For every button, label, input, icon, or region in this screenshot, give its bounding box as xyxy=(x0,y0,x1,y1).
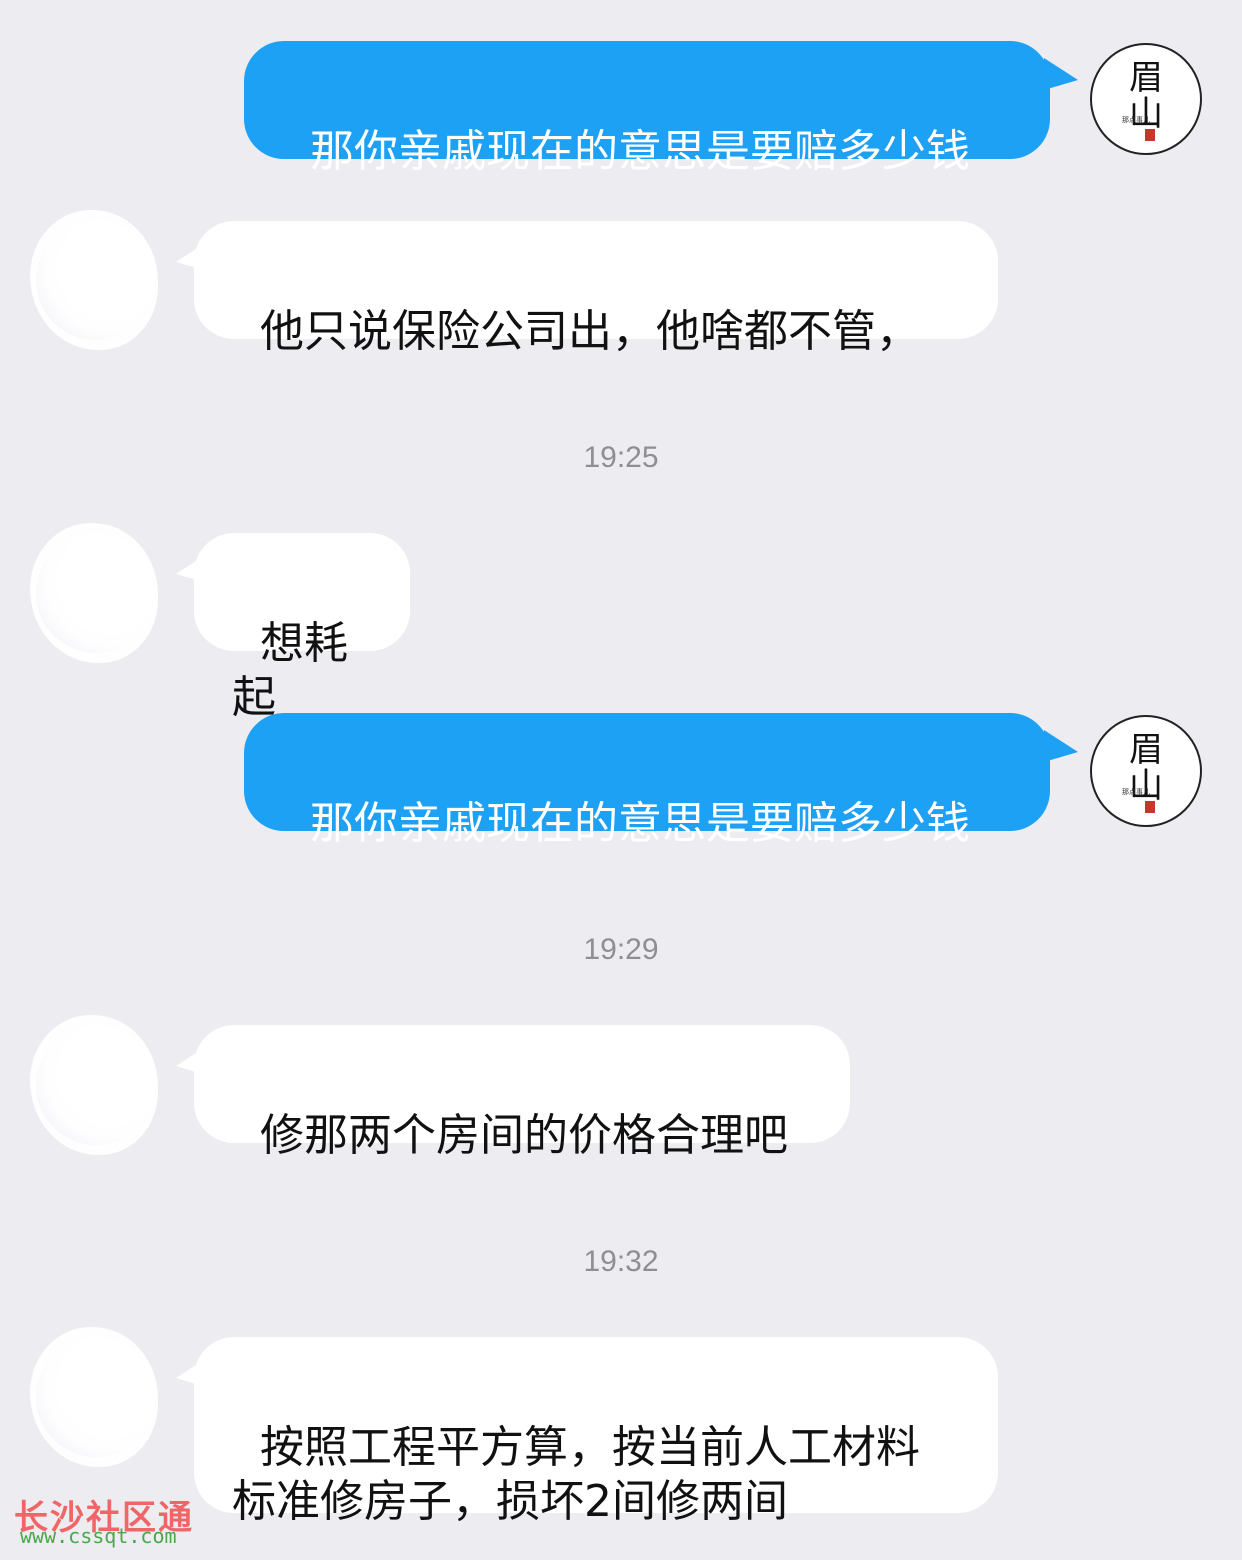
contact-avatar[interactable] xyxy=(30,1327,158,1467)
avatar-blur-mask xyxy=(30,1015,158,1155)
timestamp: 19:32 xyxy=(583,1245,659,1278)
avatar-char-2: 山 xyxy=(1129,766,1163,806)
incoming-message-bubble[interactable]: 按照工程平方算，按当前人工材料 标准修房子，损坏2间修两间 xyxy=(194,1337,998,1527)
timestamp: 19:29 xyxy=(583,933,659,966)
watermark-url: www.cssqt.com xyxy=(20,1524,177,1548)
incoming-message-bubble[interactable]: 他只说保险公司出，他啥都不管， xyxy=(194,221,998,357)
self-avatar[interactable]: 眉 山 那点事儿 xyxy=(1090,715,1202,827)
message-text: 那你亲戚现在的意思是要赔多少钱 xyxy=(309,126,970,177)
avatar-blur-mask xyxy=(30,210,158,350)
message-text: 按照工程平方算，按当前人工材料 标准修房子，损坏2间修两间 xyxy=(232,1422,920,1527)
seal-stamp xyxy=(1145,801,1155,813)
avatar-small-text: 那点事儿 xyxy=(1122,116,1150,124)
avatar-char-1: 眉 xyxy=(1129,58,1163,98)
message-text: 想耗起 xyxy=(232,618,348,723)
contact-avatar[interactable] xyxy=(30,1015,158,1155)
avatar-blur-mask xyxy=(30,1327,158,1467)
bubble-tail xyxy=(1044,58,1078,90)
outgoing-message-bubble[interactable]: 那你亲戚现在的意思是要赔多少钱 xyxy=(244,713,1050,849)
avatar-blur-mask xyxy=(30,523,158,663)
contact-avatar[interactable] xyxy=(30,210,158,350)
self-avatar[interactable]: 眉 山 那点事儿 xyxy=(1090,43,1202,155)
message-text: 修那两个房间的价格合理吧 xyxy=(259,1110,788,1161)
timestamp: 19:25 xyxy=(583,441,659,474)
outgoing-message-bubble[interactable]: 那你亲戚现在的意思是要赔多少钱 xyxy=(244,41,1050,177)
seal-stamp xyxy=(1145,129,1155,141)
message-text: 他只说保险公司出，他啥都不管， xyxy=(259,306,920,357)
bubble-tail xyxy=(1044,730,1078,762)
contact-avatar[interactable] xyxy=(30,523,158,663)
avatar-small-text: 那点事儿 xyxy=(1122,788,1150,796)
avatar-char-1: 眉 xyxy=(1129,730,1163,770)
message-text: 那你亲戚现在的意思是要赔多少钱 xyxy=(309,798,970,849)
incoming-message-bubble[interactable]: 修那两个房间的价格合理吧 xyxy=(194,1025,850,1161)
incoming-message-bubble[interactable]: 想耗起 xyxy=(194,533,410,723)
avatar-char-2: 山 xyxy=(1129,94,1163,134)
